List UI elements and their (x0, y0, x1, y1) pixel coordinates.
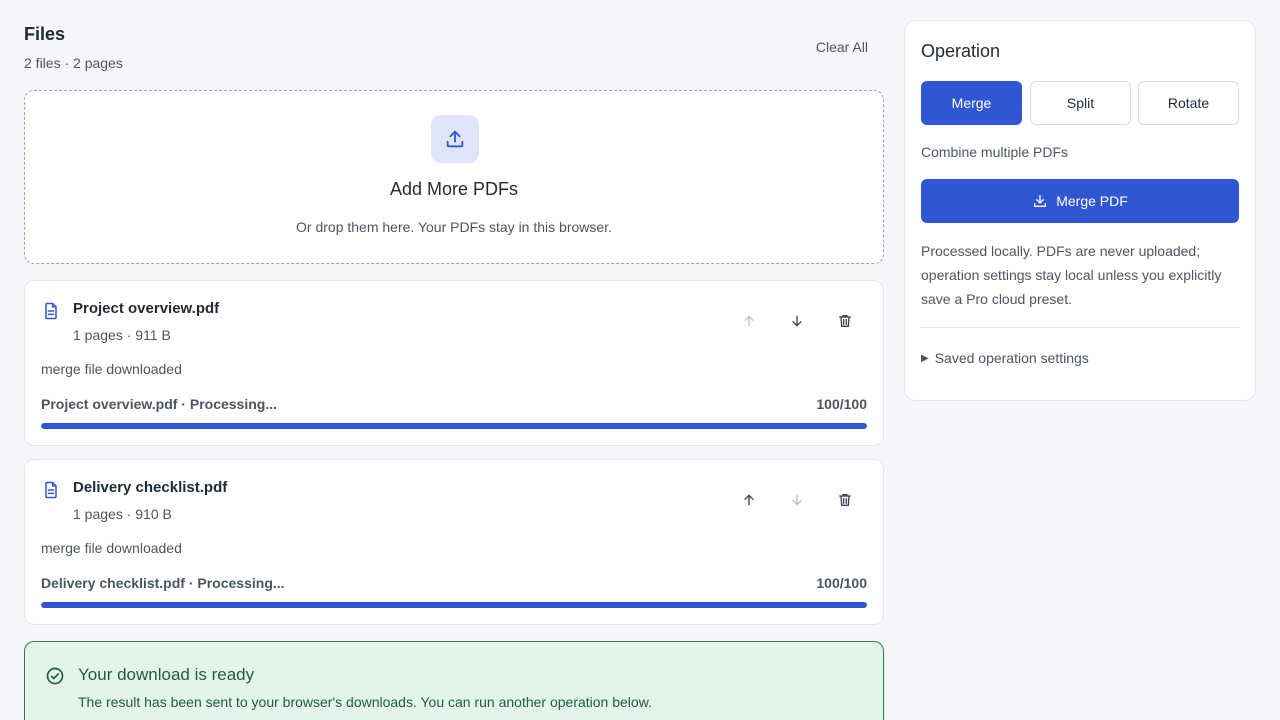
files-column: Files 2 files · 2 pages Clear All Add Mo… (24, 0, 884, 720)
progress-bar (41, 602, 867, 608)
panel-title: Operation (921, 41, 1001, 61)
operation-description: Combine multiple PDFs (921, 144, 1069, 160)
saved-settings-label: Saved operation settings (934, 350, 1089, 366)
merge-pdf-label: Merge PDF (1056, 193, 1128, 209)
document-icon (45, 302, 57, 320)
file-status: merge file downloaded (41, 361, 182, 377)
files-header: Files 2 files · 2 pages Clear All (24, 22, 884, 72)
trash-icon (839, 315, 851, 327)
dropzone-title: Add More PDFs (389, 179, 519, 199)
download-icon (1034, 195, 1047, 207)
operation-panel: Operation Merge Split Rotate Combine mul… (904, 20, 1256, 401)
delete-file-button[interactable] (833, 309, 857, 333)
document-icon (45, 481, 57, 499)
dropzone[interactable]: Add More PDFs Or drop them here. Your PD… (24, 90, 884, 264)
rotate-button[interactable]: Rotate (1138, 81, 1239, 125)
progress-bar (41, 423, 867, 429)
progress-label: Delivery checklist.pdf · Processing... (41, 575, 285, 591)
progress-fill (41, 602, 867, 608)
success-title: Your download is ready (78, 665, 255, 684)
upload-icon (446, 130, 464, 148)
file-name: Delivery checklist.pdf (73, 479, 228, 496)
files-summary: 2 files · 2 pages (24, 55, 123, 71)
files-title: Files (24, 24, 66, 44)
arrow-up-icon (744, 494, 754, 506)
file-name: Project overview.pdf (73, 300, 220, 317)
merge-button[interactable]: Merge (921, 81, 1022, 125)
move-down-button[interactable] (785, 309, 809, 333)
progress-count: 100/100 (816, 575, 867, 591)
file-card: Project overview.pdf 1 pages · 911 B mer… (24, 280, 884, 446)
arrow-down-icon (792, 494, 802, 506)
upload-button[interactable] (431, 115, 479, 163)
progress-label: Project overview.pdf · Processing... (41, 396, 277, 412)
clear-all-button[interactable]: Clear All (816, 39, 868, 55)
check-circle-icon (46, 667, 64, 685)
delete-file-button[interactable] (833, 488, 857, 512)
merge-pdf-button[interactable]: Merge PDF (921, 179, 1239, 223)
file-card: Delivery checklist.pdf 1 pages · 910 B m… (24, 459, 884, 625)
trash-icon (839, 494, 851, 506)
dropzone-subtitle: Or drop them here. Your PDFs stay in thi… (296, 219, 612, 235)
progress-count: 100/100 (816, 396, 867, 412)
file-meta: 1 pages · 911 B (73, 327, 171, 343)
success-banner: Your download is ready The result has be… (24, 641, 884, 720)
arrow-down-icon (792, 315, 802, 327)
success-message: The result has been sent to your browser… (78, 694, 652, 710)
triangle-right-icon: ▶ (921, 352, 929, 364)
file-meta: 1 pages · 910 B (73, 506, 172, 522)
arrow-up-icon (744, 315, 754, 327)
move-down-button[interactable] (785, 488, 809, 512)
split-button[interactable]: Split (1030, 81, 1131, 125)
privacy-note: Processed locally. PDFs are never upload… (921, 243, 1222, 307)
move-up-button[interactable] (737, 309, 761, 333)
progress-fill (41, 423, 867, 429)
saved-settings-toggle[interactable]: ▶ Saved operation settings (921, 350, 1089, 366)
move-up-button[interactable] (737, 488, 761, 512)
divider (921, 327, 1239, 328)
file-status: merge file downloaded (41, 540, 182, 556)
